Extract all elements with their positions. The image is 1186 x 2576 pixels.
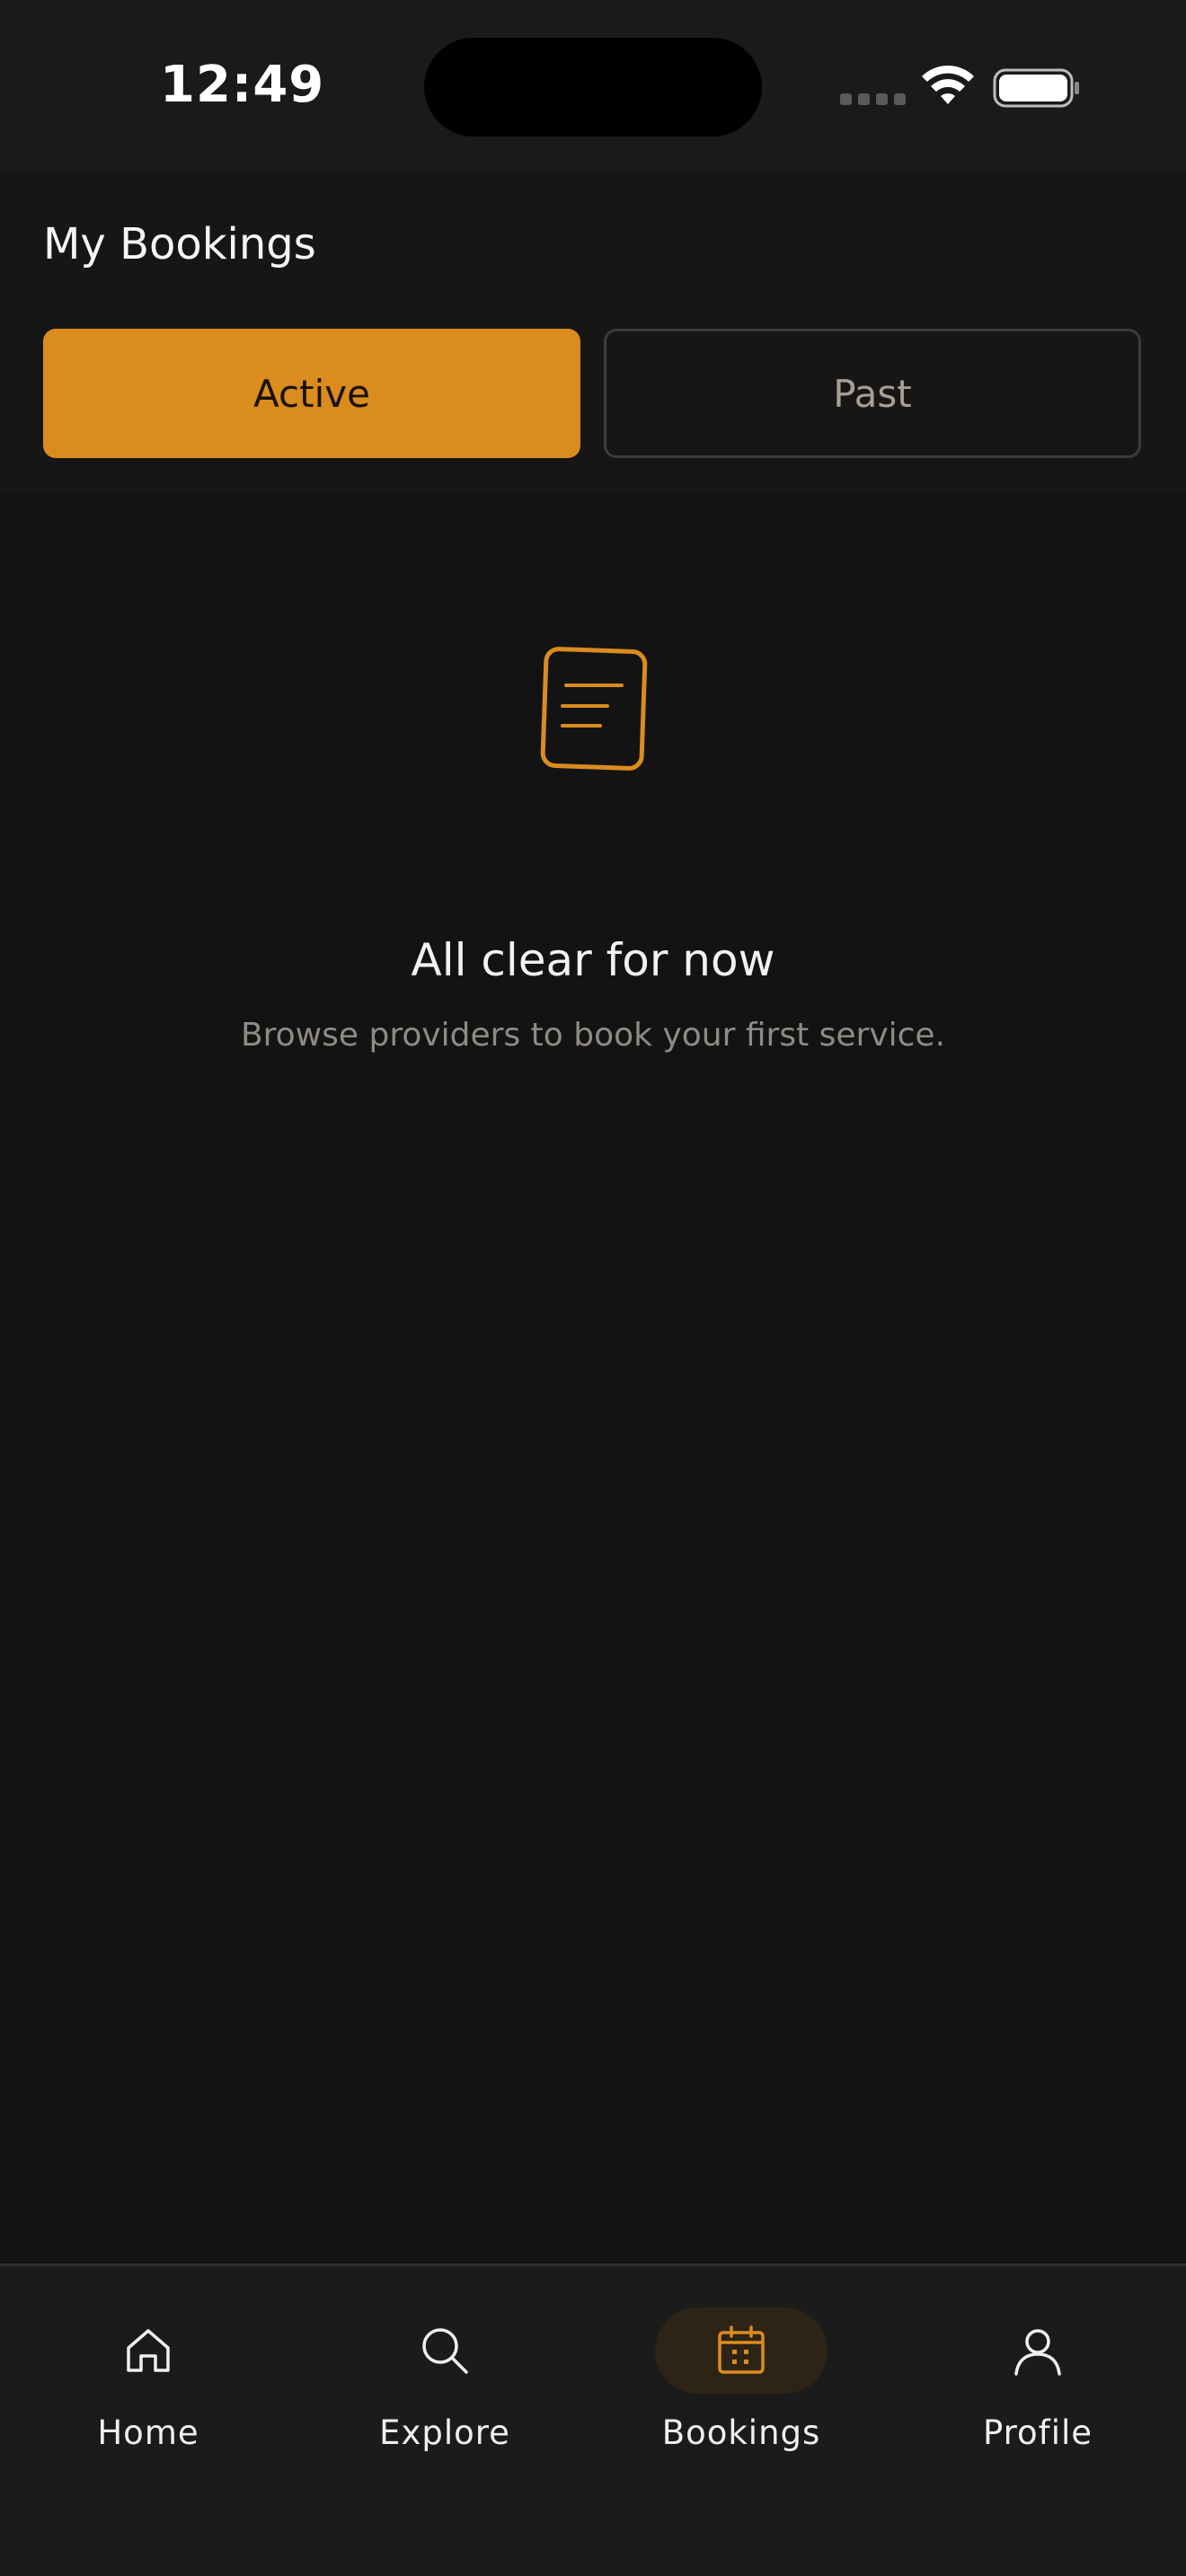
status-icons xyxy=(840,63,1083,108)
nav-item-label: Profile xyxy=(982,2413,1093,2452)
calendar-icon xyxy=(718,2325,765,2374)
cellular-signal-icon xyxy=(840,93,906,105)
tab-past-label: Past xyxy=(833,371,912,416)
nav-item-profile[interactable]: Profile xyxy=(890,2266,1186,2500)
tab-past[interactable]: Past xyxy=(604,329,1141,458)
nav-item-label: Bookings xyxy=(661,2413,821,2452)
nav-item-home[interactable]: Home xyxy=(0,2266,296,2500)
tab-active-label: Active xyxy=(253,371,370,416)
nav-item-label: Home xyxy=(97,2413,199,2452)
empty-state-subtitle: Browse providers to book your first serv… xyxy=(240,1017,946,1054)
empty-state-title: All clear for now xyxy=(411,934,775,986)
page-title: My Bookings xyxy=(43,219,316,269)
status-time: 12:49 xyxy=(160,56,325,114)
wifi-icon xyxy=(922,65,974,104)
bottom-nav: Home Explore Bookings Profile xyxy=(0,2263,1186,2576)
tab-active[interactable]: Active xyxy=(43,329,580,458)
nav-item-bookings[interactable]: Bookings xyxy=(593,2266,890,2500)
nav-item-label: Explore xyxy=(379,2413,510,2452)
nav-icon-wrap xyxy=(62,2307,235,2394)
nav-item-explore[interactable]: Explore xyxy=(296,2266,593,2500)
nav-icon-wrap xyxy=(358,2307,531,2394)
battery-icon xyxy=(993,68,1079,108)
document-icon xyxy=(540,647,648,771)
search-icon xyxy=(422,2328,468,2374)
home-icon xyxy=(127,2329,170,2372)
nav-icon-wrap xyxy=(655,2307,828,2394)
dynamic-island xyxy=(424,38,762,137)
status-bar: 12:49 xyxy=(0,0,1186,171)
nav-icon-wrap xyxy=(951,2307,1124,2394)
user-icon xyxy=(1014,2329,1061,2376)
